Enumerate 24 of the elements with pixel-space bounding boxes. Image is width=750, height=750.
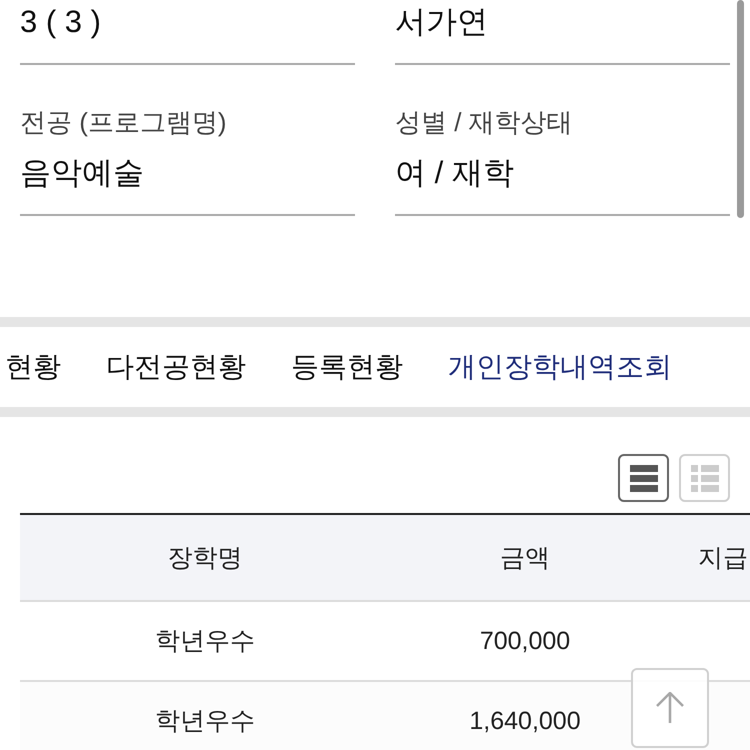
field-value: 3 ( 3 )	[20, 3, 101, 41]
tab[interactable]: 현황	[5, 347, 61, 387]
tab[interactable]: 등록현황	[291, 347, 403, 387]
table-header-cell-text: 금액	[500, 542, 550, 574]
table-header-cell-text: 지급	[698, 542, 748, 574]
arrow-up-icon	[655, 692, 685, 724]
tab[interactable]: 개인장학내역조회	[448, 347, 672, 387]
field-value: 여 / 재학	[395, 154, 514, 192]
field-label: 성별 / 재학상태	[395, 106, 573, 139]
table-cell-text: 1,640,000	[469, 706, 581, 737]
table-cell-text: 학년우수	[155, 706, 255, 737]
tab[interactable]: 다전공현황	[106, 347, 246, 387]
list-icon	[630, 464, 658, 492]
detail-list-icon	[690, 464, 718, 492]
field-value: 음악예술	[20, 154, 144, 192]
scroll-to-top-button[interactable]	[631, 668, 709, 748]
table-cell-text: 700,000	[480, 626, 570, 657]
table-cell-text: 학년우수	[155, 626, 255, 657]
table-header-cell-text: 장학명	[168, 542, 242, 574]
field-label: 전공 (프로그램명)	[20, 106, 227, 139]
scrollbar[interactable]	[737, 0, 744, 218]
list-view-button[interactable]	[618, 454, 669, 502]
detail-view-button[interactable]	[679, 454, 730, 502]
field-value: 서가연	[395, 3, 488, 41]
